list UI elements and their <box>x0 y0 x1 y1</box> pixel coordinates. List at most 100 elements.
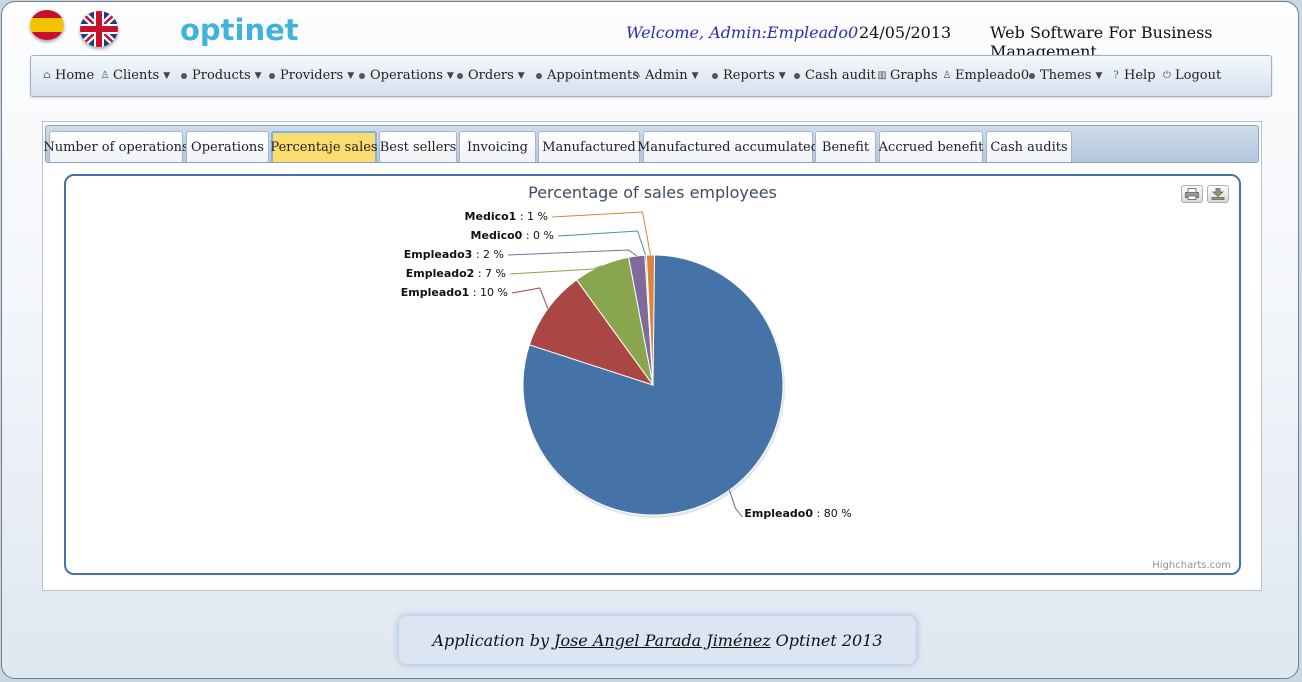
wrench-icon: ✎ <box>632 70 642 81</box>
menu-admin[interactable]: ✎ Admin ▼ <box>632 68 699 83</box>
menu-themes[interactable]: Themes ▼ <box>1029 68 1102 83</box>
menu-label: Logout <box>1175 68 1222 83</box>
main-menu: ⌂ Home ♙ Clients ▼ Products ▼ Providers … <box>30 55 1272 97</box>
menu-logout[interactable]: ⏻ Logout <box>1162 68 1221 83</box>
bullet-icon <box>269 72 275 79</box>
tab-number-of-operations[interactable]: Number of operations <box>43 131 189 162</box>
uk-flag-icon[interactable] <box>80 11 118 47</box>
menu-help[interactable]: ? Help <box>1111 68 1156 83</box>
bullet-icon <box>1029 72 1035 79</box>
graphs-panel: Number of operations Operations Percenta… <box>42 121 1262 591</box>
current-date: 24/05/2013 <box>859 23 952 42</box>
data-label-medico0: Medico0 : 0 % <box>471 229 554 242</box>
menu-label: Admin <box>645 68 688 83</box>
menu-graphs[interactable]: ▥ Graphs <box>877 68 938 83</box>
bullet-icon <box>457 72 463 79</box>
menu-appointments[interactable]: Appointments <box>536 68 639 83</box>
chart-title: Percentage of sales employees <box>528 183 777 202</box>
footer-suffix: Optinet 2013 <box>775 630 883 650</box>
tab-percentaje-sales[interactable]: Percentaje sales <box>270 131 378 162</box>
graph-tabs: Number of operations Operations Percenta… <box>43 125 1259 163</box>
menu-label: Appointments <box>547 68 639 83</box>
data-label-medico1: Medico1 : 1 % <box>465 210 548 223</box>
menu-label: Empleado0 <box>955 68 1030 83</box>
print-button[interactable] <box>1181 185 1203 203</box>
menu-label: Operations <box>370 68 443 83</box>
author-link[interactable]: Jose Angel Parada Jiménez <box>554 631 771 650</box>
menu-label: Home <box>55 68 95 83</box>
tab-label: Manufactured accumulated <box>636 139 820 155</box>
pie-chart-container: Empleado0 : 80 % Empleado1 : 10 % Empleado… <box>64 174 1241 575</box>
home-icon: ⌂ <box>43 70 51 81</box>
menu-label: Providers <box>280 68 344 83</box>
chevron-down-icon: ▼ <box>517 70 525 81</box>
chevron-down-icon: ▼ <box>778 70 786 81</box>
tab-benefit[interactable]: Benefit <box>815 131 876 162</box>
welcome-text: Welcome, Admin:Empleado0 <box>626 23 859 42</box>
chevron-down-icon: ▼ <box>347 70 355 81</box>
tab-cash-audits[interactable]: Cash audits <box>986 131 1072 162</box>
menu-label: Cash audit <box>805 68 876 83</box>
data-label-empleado3: Empleado3 : 2 % <box>404 248 504 261</box>
menu-operations[interactable]: Operations ▼ <box>359 68 454 83</box>
tab-label: Number of operations <box>43 139 189 155</box>
menu-orders[interactable]: Orders ▼ <box>457 68 525 83</box>
menu-user[interactable]: ♙ Empleado0 <box>942 68 1030 83</box>
menu-label: Orders <box>468 68 514 83</box>
menu-products[interactable]: Products ▼ <box>181 68 262 83</box>
data-label-empleado1: Empleado1 : 10 % <box>401 286 508 299</box>
menu-home[interactable]: ⌂ Home <box>42 68 94 83</box>
chevron-down-icon: ▼ <box>163 70 171 81</box>
tab-label: Best sellers <box>379 139 457 155</box>
label-connector <box>511 287 549 309</box>
pie-chart: Empleado0 : 80 % Empleado1 : 10 % Empleado… <box>401 210 852 520</box>
bullet-icon <box>181 72 187 79</box>
tab-accrued-benefit[interactable]: Accrued benefit <box>879 131 983 162</box>
tab-label: Percentaje sales <box>270 140 378 155</box>
user-icon: ♙ <box>100 70 110 81</box>
bullet-icon <box>359 72 365 79</box>
tab-label: Cash audits <box>990 139 1068 155</box>
bullet-icon <box>794 72 800 79</box>
menu-label: Graphs <box>890 68 938 83</box>
question-icon: ? <box>1113 70 1119 81</box>
label-connector <box>507 249 638 257</box>
tab-manufactured[interactable]: Manufactured <box>538 131 640 162</box>
menu-reports[interactable]: Reports ▼ <box>712 68 786 83</box>
tab-manufactured-accumulated[interactable]: Manufactured accumulated <box>637 131 819 162</box>
tab-label: Operations <box>191 139 264 155</box>
tab-operations[interactable]: Operations <box>186 131 269 162</box>
footer: Application by Jose Angel Parada Jiménez… <box>399 616 916 664</box>
user-icon: ♙ <box>942 70 952 81</box>
menu-label: Reports <box>723 68 775 83</box>
power-icon: ⏻ <box>1163 70 1171 81</box>
tab-label: Benefit <box>821 139 870 155</box>
tab-invoicing[interactable]: Invoicing <box>459 131 536 162</box>
tab-label: Manufactured <box>542 139 636 155</box>
export-button[interactable] <box>1207 185 1229 203</box>
spanish-flag-icon[interactable] <box>30 10 64 40</box>
menu-label: Clients <box>113 68 160 83</box>
bullet-icon <box>712 72 718 79</box>
tab-best-sellers[interactable]: Best sellers <box>379 131 457 162</box>
menu-providers[interactable]: Providers ▼ <box>269 68 354 83</box>
chart-icon: ▥ <box>877 70 887 81</box>
tab-label: Accrued benefit <box>878 139 984 155</box>
data-label-empleado0: Empleado0 : 80 % <box>744 507 851 520</box>
optinet-logo[interactable]: optinet <box>180 13 299 47</box>
bullet-icon <box>536 72 542 79</box>
print-icon <box>1185 188 1199 200</box>
menu-label: Themes <box>1040 68 1092 83</box>
chevron-down-icon: ▼ <box>691 70 699 81</box>
data-label-empleado2: Empleado2 : 7 % <box>406 267 506 280</box>
menu-cash-audit[interactable]: Cash audit <box>794 68 876 83</box>
menu-clients[interactable]: ♙ Clients ▼ <box>100 68 171 83</box>
download-icon <box>1211 188 1225 200</box>
chart-credit[interactable]: Highcharts.com <box>1152 560 1231 571</box>
chevron-down-icon: ▼ <box>1095 70 1103 81</box>
tab-label: Invoicing <box>467 139 528 155</box>
chevron-down-icon: ▼ <box>446 70 454 81</box>
footer-prefix: Application by <box>432 630 550 650</box>
menu-label: Help <box>1124 68 1156 83</box>
app-window: optinet Welcome, Admin:Empleado0 24/05/2… <box>1 1 1299 679</box>
